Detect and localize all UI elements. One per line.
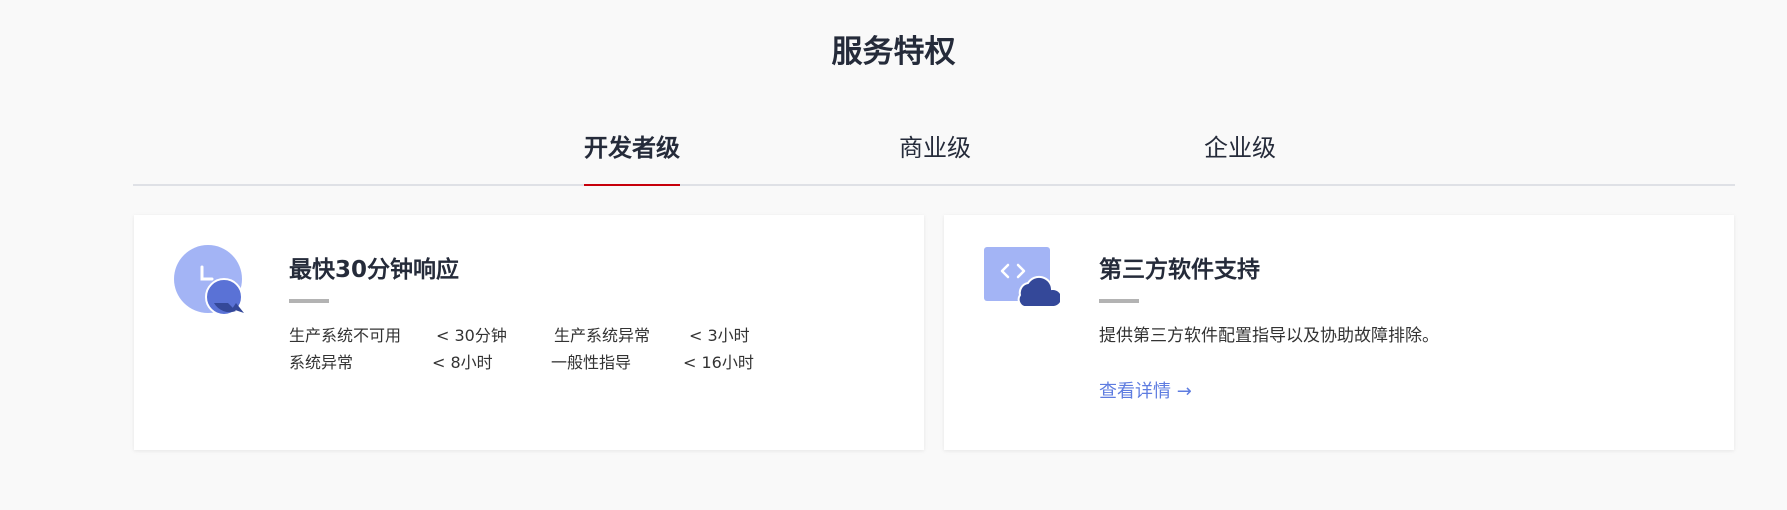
response-time-card: 最快30分钟响应 生产系统不可用 < 30分钟 生产系统异常 < 3小时 系统异… — [134, 215, 924, 450]
severity-label: 生产系统异常 — [554, 326, 651, 345]
clock-chat-icon — [174, 245, 250, 317]
response-time-value: < 3小时 — [689, 326, 750, 345]
section-title: 服务特权 — [831, 34, 956, 70]
page: 服务特权 开发者级 商业级 企业级 最快30分钟响应 生产系统不可用 < 30分… — [0, 0, 1787, 510]
card-description: 提供第三方软件配置指导以及协助故障排除。 — [1099, 326, 1439, 346]
response-time-body: 最快30分钟响应 生产系统不可用 < 30分钟 生产系统异常 < 3小时 系统异… — [289, 253, 894, 379]
card-title: 第三方软件支持 — [1099, 257, 1260, 283]
title-divider — [289, 299, 329, 303]
tab-enterprise[interactable]: 企业级 — [1204, 128, 1276, 184]
response-time-table: 生产系统不可用 < 30分钟 生产系统异常 < 3小时 系统异常 < 8小时 一… — [289, 323, 894, 379]
card-title: 最快30分钟响应 — [289, 257, 460, 283]
third-party-support-card: 第三方软件支持 提供第三方软件配置指导以及协助故障排除。 查看详情 → — [944, 215, 1734, 450]
response-time-value: < 30分钟 — [436, 326, 507, 345]
severity-label: 一般性指导 — [551, 353, 632, 372]
tab-bar: 开发者级 商业级 企业级 — [133, 128, 1735, 186]
response-time-value: < 8小时 — [432, 353, 493, 372]
third-party-support-body: 第三方软件支持 提供第三方软件配置指导以及协助故障排除。 查看详情 → — [1099, 253, 1704, 405]
code-cloud-icon — [984, 245, 1063, 317]
response-time-value: < 16小时 — [683, 353, 754, 372]
tab-business[interactable]: 商业级 — [899, 128, 971, 184]
tab-developer[interactable]: 开发者级 — [584, 128, 680, 186]
title-divider — [1099, 299, 1139, 303]
severity-label: 系统异常 — [289, 353, 354, 372]
view-details-link[interactable]: 查看详情 → — [1099, 379, 1192, 405]
severity-label: 生产系统不可用 — [289, 326, 402, 345]
